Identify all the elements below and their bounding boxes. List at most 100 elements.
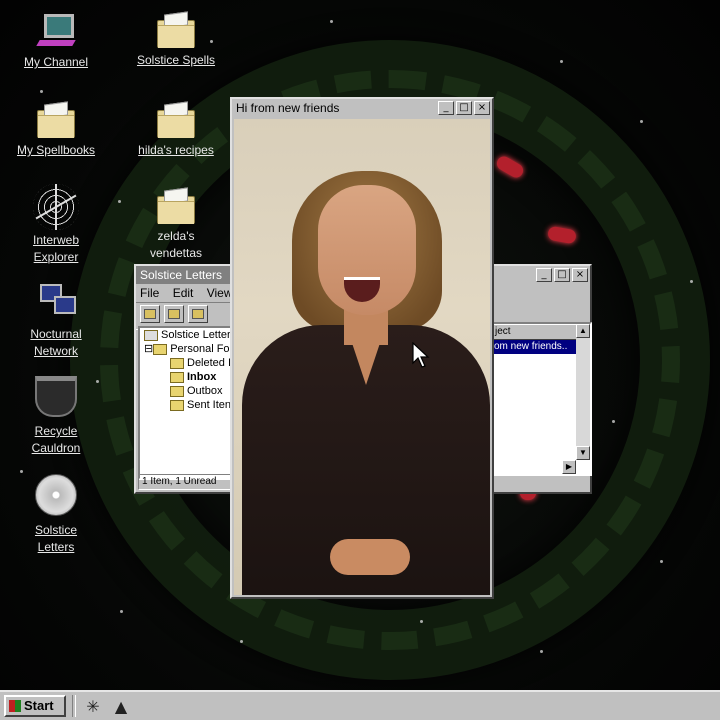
snowflake	[120, 610, 123, 613]
witch-hat-icon[interactable]: ▲	[110, 695, 132, 717]
desktop: My Channel Solstice Spells My Spellbooks…	[0, 0, 720, 690]
mailbox-icon	[144, 329, 158, 341]
cauldron-icon	[35, 376, 77, 417]
folder-tree[interactable]: Solstice Letter ⊟ Personal Fold Deleted I…	[138, 326, 238, 480]
tree-folder-outbox[interactable]: Outbox	[140, 384, 236, 398]
folder-label: Outbox	[187, 385, 223, 397]
video-window[interactable]: Hi from new friends _ □ ×	[230, 97, 494, 599]
snowflake	[330, 20, 333, 23]
desktop-icon-label: hilda's recipes	[138, 143, 214, 157]
start-label: Start	[24, 698, 54, 713]
tree-folder-inbox[interactable]: Inbox	[140, 370, 236, 384]
desktop-icon-label-line2: Cauldron	[31, 441, 81, 455]
folder-icon	[37, 110, 75, 138]
desktop-icon-my-spellbooks[interactable]: My Spellbooks	[6, 110, 106, 159]
desktop-icon-label-line1: Recycle	[34, 424, 78, 438]
mail-menubar: File Edit View	[136, 284, 236, 302]
desktop-icon-label-line2: vendettas	[149, 246, 203, 260]
folder-icon	[157, 20, 195, 48]
scroll-down-icon[interactable]: ▼	[576, 446, 590, 460]
snowflake	[420, 620, 423, 623]
desktop-icon-label: My Channel	[23, 55, 89, 69]
maximize-button[interactable]: □	[456, 101, 472, 115]
desktop-icon-interweb-explorer[interactable]: Interweb Explorer	[6, 184, 106, 266]
start-button[interactable]: Start	[4, 695, 66, 717]
network-icon	[36, 284, 76, 320]
snowflake	[560, 60, 563, 63]
desktop-icon-my-channel[interactable]: My Channel	[6, 12, 106, 71]
snowflake	[118, 200, 121, 203]
maximize-button[interactable]: □	[554, 268, 570, 282]
video-window-titlebar[interactable]: Hi from new friends _ □ ×	[232, 99, 492, 117]
desktop-icon-recycle-cauldron[interactable]: Recycle Cauldron	[6, 376, 106, 457]
folder-icon	[157, 110, 195, 138]
scroll-up-icon[interactable]: ▲	[576, 324, 590, 338]
tree-folder-sent[interactable]: Sent Iten	[140, 398, 236, 412]
folder-label: Deleted I	[187, 357, 232, 369]
desktop-icon-label: My Spellbooks	[16, 143, 96, 157]
desktop-icon-label-line1: Nocturnal	[30, 327, 82, 341]
person-hands	[330, 539, 410, 575]
desktop-icon-hildas-recipes[interactable]: hilda's recipes	[126, 110, 226, 159]
close-button[interactable]: ×	[474, 101, 490, 115]
close-button[interactable]: ×	[572, 268, 588, 282]
desktop-icon-label-line1: Interweb	[32, 233, 80, 247]
folder-label: Sent Iten	[187, 399, 232, 411]
desktop-icon-label-line1: zelda's	[157, 229, 195, 243]
tree-folder-deleted[interactable]: Deleted I	[140, 356, 236, 370]
snowflake	[640, 120, 643, 123]
mail-statusbar: 1 Item, 1 Unread	[138, 474, 234, 490]
menu-edit[interactable]: Edit	[173, 286, 194, 300]
snowflake	[20, 470, 23, 473]
snowflake	[690, 280, 693, 283]
desktop-icon-label-line2: Explorer	[33, 250, 79, 264]
message-list-scrollbar[interactable]: ▲ ▼	[576, 324, 590, 460]
desktop-icon-zeldas-vendettas[interactable]: zelda's vendettas	[126, 196, 226, 262]
minimize-button[interactable]: _	[536, 268, 552, 282]
mail-window-title: Solstice Letters	[140, 268, 223, 282]
folder-label: Inbox	[187, 371, 217, 383]
computer-icon	[36, 12, 76, 52]
tree-root[interactable]: Solstice Letter	[140, 328, 236, 342]
folder-icon	[170, 357, 184, 369]
mail-window-titlebar[interactable]: Solstice Letters	[136, 266, 236, 284]
mail-window-right[interactable]: _ □ × ject om new friends.. ▲ ▼ ▶	[486, 264, 592, 494]
desktop-icon-label-line2: Letters	[37, 540, 75, 554]
snowflake	[40, 90, 43, 93]
minimize-button[interactable]: _	[438, 101, 454, 115]
cd-icon	[35, 474, 77, 516]
menu-file[interactable]: File	[140, 286, 159, 300]
snowflake	[540, 650, 543, 653]
inbox-icon	[170, 371, 184, 383]
folder-icon	[170, 385, 184, 397]
folder-icon	[157, 196, 195, 224]
mail-tool-icon[interactable]	[188, 305, 208, 323]
spiderweb-icon[interactable]: ✳	[82, 695, 104, 717]
folder-icon	[170, 399, 184, 411]
desktop-icon-label-line2: Network	[33, 344, 78, 358]
mail-window[interactable]: Solstice Letters File Edit View Solstice…	[134, 264, 238, 494]
snowflake	[240, 640, 243, 643]
mail-window-titlebar-right[interactable]: _ □ ×	[488, 266, 590, 284]
windows-flag-icon	[9, 700, 21, 712]
new-folder-tool-icon[interactable]	[140, 305, 160, 323]
tree-personal-folders[interactable]: ⊟ Personal Fold	[140, 342, 236, 356]
desktop-icon-label-line1: Solstice	[34, 523, 78, 537]
taskbar: Start ✳ ▲	[0, 690, 720, 720]
video-player[interactable]	[234, 119, 490, 595]
video-window-controls: _ □ ×	[438, 101, 490, 115]
snowflake	[660, 560, 663, 563]
desktop-icon-nocturnal-network[interactable]: Nocturnal Network	[6, 284, 106, 360]
desktop-icon-solstice-letters[interactable]: Solstice Letters	[6, 474, 106, 556]
scroll-right-icon[interactable]: ▶	[562, 460, 576, 474]
desktop-icon-label: Solstice Spells	[136, 53, 216, 67]
menu-view[interactable]: View	[207, 286, 233, 300]
spiderweb-icon	[33, 184, 79, 230]
view-tool-icon[interactable]	[164, 305, 184, 323]
snowflake	[612, 420, 615, 423]
video-window-title: Hi from new friends	[236, 101, 340, 115]
desktop-icon-solstice-spells[interactable]: Solstice Spells	[126, 20, 226, 69]
tree-root-label: Solstice Letter	[161, 329, 231, 341]
message-list[interactable]: ject om new friends.. ▲ ▼ ▶	[490, 322, 592, 476]
folder-icon	[153, 343, 168, 355]
